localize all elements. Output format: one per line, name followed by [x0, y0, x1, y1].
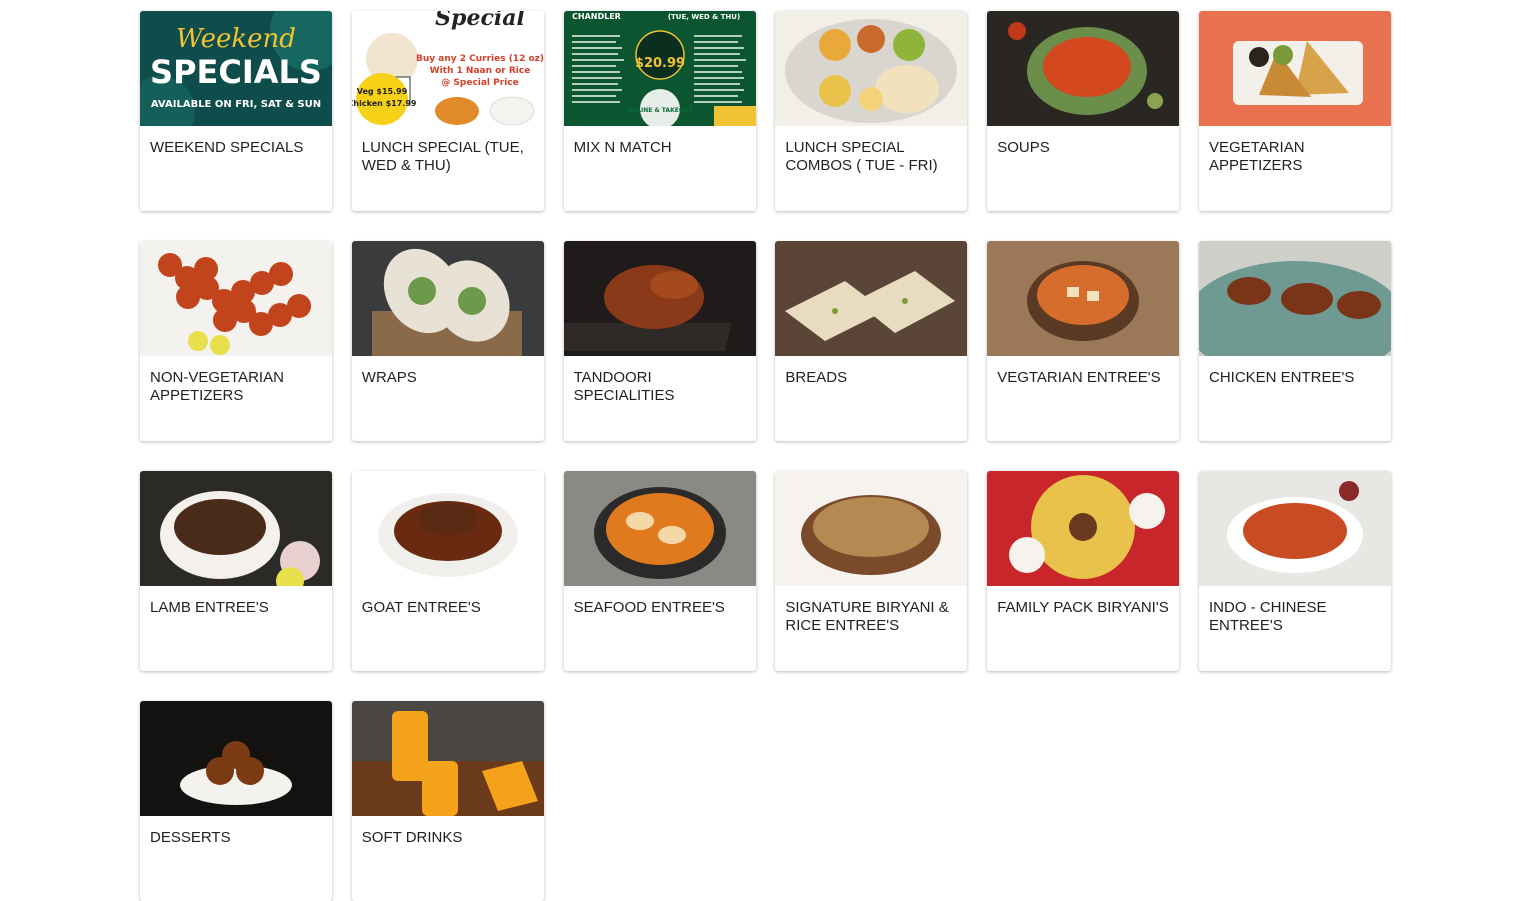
- lamb-curry-photo[interactable]: [140, 471, 332, 586]
- category-label[interactable]: DESSERTS: [140, 816, 332, 847]
- category-label[interactable]: SIGNATURE BIRYANI & RICE ENTREE'S: [775, 586, 967, 635]
- category-card-mango-lassi-photo[interactable]: SOFT DRINKS: [351, 701, 544, 901]
- category-label[interactable]: VEGETARIAN APPETIZERS: [1199, 126, 1391, 175]
- weekend-specials-banner[interactable]: Weekend SPECIALS AVAILABLE ON FRI, SAT &…: [140, 11, 332, 126]
- category-card-samosa-photo[interactable]: VEGETARIAN APPETIZERS: [1198, 11, 1391, 211]
- svg-text:Buy any 2 Curries (12 oz): Buy any 2 Curries (12 oz): [416, 54, 544, 64]
- category-card-tandoori-chicken-photo[interactable]: TANDOORI SPECIALITIES: [563, 241, 756, 441]
- category-label[interactable]: TANDOORI SPECIALITIES: [564, 356, 756, 405]
- goat-curry-photo[interactable]: [351, 471, 544, 586]
- paneer-curry-photo[interactable]: [987, 241, 1180, 356]
- category-label[interactable]: SOFT DRINKS: [352, 816, 544, 847]
- svg-text:(TUE, WED & THU): (TUE, WED & THU): [667, 13, 739, 21]
- category-label[interactable]: MIX N MATCH: [564, 126, 756, 157]
- category-grid: Weekend SPECIALS AVAILABLE ON FRI, SAT &…: [140, 11, 1391, 901]
- category-card-chicken-curry-photo[interactable]: CHICKEN ENTREE'S: [1198, 241, 1391, 441]
- svg-text:AVAILABLE ON FRI, SAT & SUN: AVAILABLE ON FRI, SAT & SUN: [151, 99, 321, 110]
- mix-n-match-banner[interactable]: CHANDLER (TUE, WED & THU) $20.99 ONLINE …: [563, 11, 756, 126]
- svg-text:CHANDLER: CHANDLER: [572, 12, 621, 21]
- tandoori-chicken-photo[interactable]: [563, 241, 756, 356]
- category-label[interactable]: SOUPS: [987, 126, 1179, 157]
- svg-text:Special: Special: [435, 11, 525, 31]
- category-label[interactable]: LUNCH SPECIAL (TUE, WED & THU): [352, 126, 544, 175]
- svg-text:SPECIALS: SPECIALS: [150, 53, 322, 91]
- category-card-gulab-jamun-photo[interactable]: DESSERTS: [140, 701, 332, 901]
- category-label[interactable]: LUNCH SPECIAL COMBOS ( TUE - FRI): [775, 126, 967, 175]
- category-card-lunch-special-banner[interactable]: Veg $15.99 Chicken $17.99 Special Buy an…: [351, 11, 544, 211]
- category-card-fish-curry-photo[interactable]: SEAFOOD ENTREE'S: [563, 471, 756, 671]
- category-label[interactable]: WRAPS: [352, 356, 544, 387]
- category-card-tomato-soup-photo[interactable]: SOUPS: [987, 11, 1180, 211]
- category-card-noodles-photo[interactable]: INDO - CHINESE ENTREE'S: [1198, 471, 1391, 671]
- category-label[interactable]: INDO - CHINESE ENTREE'S: [1199, 586, 1391, 635]
- svg-text:$20.99: $20.99: [635, 56, 685, 71]
- category-label[interactable]: NON-VEGETARIAN APPETIZERS: [140, 356, 332, 405]
- svg-text:With 1 Naan or Rice: With 1 Naan or Rice: [429, 66, 530, 76]
- family-biryani-photo[interactable]: [987, 471, 1180, 586]
- tomato-soup-photo[interactable]: [987, 11, 1180, 126]
- category-card-chicken-65-photo[interactable]: NON-VEGETARIAN APPETIZERS: [140, 241, 332, 441]
- svg-text:@ Special Price: @ Special Price: [441, 78, 518, 88]
- mango-lassi-photo[interactable]: [351, 701, 544, 816]
- gulab-jamun-photo[interactable]: [140, 701, 332, 816]
- svg-text:Veg $15.99: Veg $15.99: [357, 87, 408, 96]
- category-card-biryani-photo[interactable]: SIGNATURE BIRYANI & RICE ENTREE'S: [775, 471, 968, 671]
- category-label[interactable]: WEEKEND SPECIALS: [140, 126, 332, 157]
- category-card-mix-n-match-banner[interactable]: CHANDLER (TUE, WED & THU) $20.99 ONLINE …: [563, 11, 756, 211]
- category-label[interactable]: FAMILY PACK BIRYANI'S: [987, 586, 1179, 617]
- category-label[interactable]: CHICKEN ENTREE'S: [1199, 356, 1391, 387]
- category-label[interactable]: SEAFOOD ENTREE'S: [564, 586, 756, 617]
- chicken-curry-photo[interactable]: [1198, 241, 1391, 356]
- category-label[interactable]: BREADS: [775, 356, 967, 387]
- category-card-wrap-photo[interactable]: WRAPS: [351, 241, 544, 441]
- naan-photo[interactable]: [775, 241, 968, 356]
- svg-text:Weekend: Weekend: [176, 24, 296, 54]
- svg-text:ONLINE & TAKEOUT: ONLINE & TAKEOUT: [627, 107, 694, 114]
- category-card-weekend-specials-banner[interactable]: Weekend SPECIALS AVAILABLE ON FRI, SAT &…: [140, 11, 332, 211]
- category-card-family-biryani-photo[interactable]: FAMILY PACK BIRYANI'S: [987, 471, 1180, 671]
- noodles-photo[interactable]: [1198, 471, 1391, 586]
- biryani-photo[interactable]: [775, 471, 968, 586]
- category-card-goat-curry-photo[interactable]: GOAT ENTREE'S: [351, 471, 544, 671]
- category-label[interactable]: VEGTARIAN ENTREE'S: [987, 356, 1179, 387]
- wrap-photo[interactable]: [351, 241, 544, 356]
- category-label[interactable]: LAMB ENTREE'S: [140, 586, 332, 617]
- category-card-lamb-curry-photo[interactable]: LAMB ENTREE'S: [140, 471, 332, 671]
- svg-text:Chicken $17.99: Chicken $17.99: [352, 99, 417, 108]
- category-card-naan-photo[interactable]: BREADS: [775, 241, 968, 441]
- fish-curry-photo[interactable]: [563, 471, 756, 586]
- thali-plate-photo[interactable]: [775, 11, 968, 126]
- chicken-65-photo[interactable]: [140, 241, 332, 356]
- category-label[interactable]: GOAT ENTREE'S: [352, 586, 544, 617]
- category-card-paneer-curry-photo[interactable]: VEGTARIAN ENTREE'S: [987, 241, 1180, 441]
- samosa-photo[interactable]: [1198, 11, 1391, 126]
- lunch-special-banner[interactable]: Veg $15.99 Chicken $17.99 Special Buy an…: [351, 11, 544, 126]
- category-card-thali-plate-photo[interactable]: LUNCH SPECIAL COMBOS ( TUE - FRI): [775, 11, 968, 211]
